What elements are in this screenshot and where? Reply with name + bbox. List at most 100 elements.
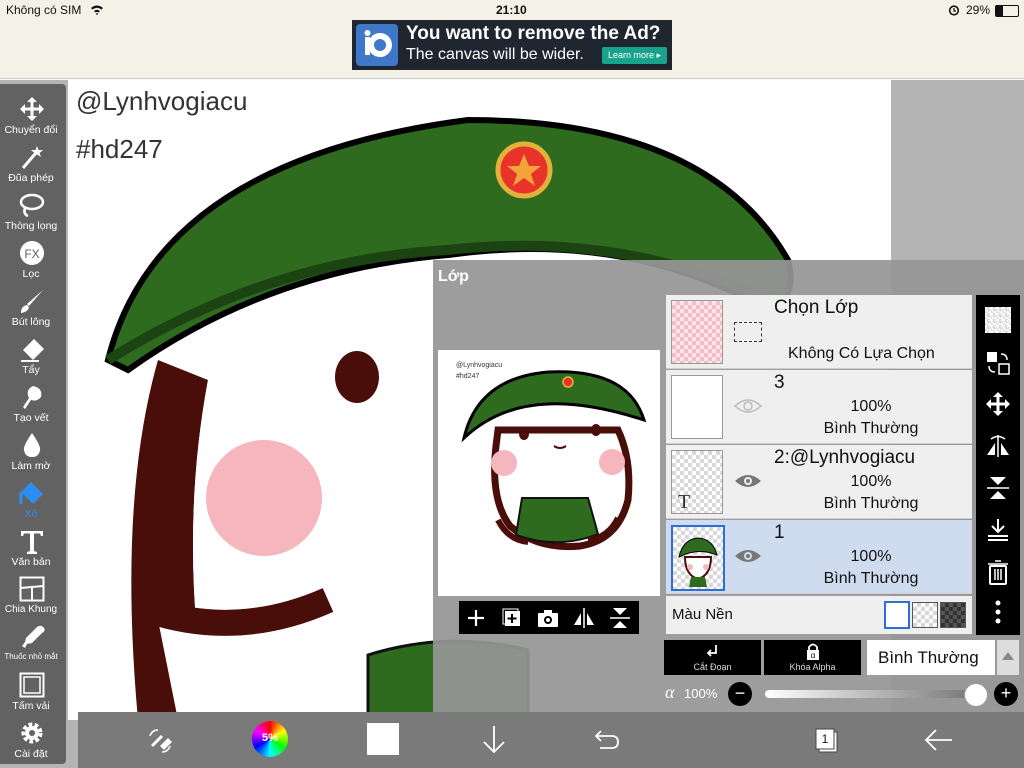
tool-filter[interactable]: FX Lọc — [0, 234, 62, 282]
layer-panel-title: Lớp — [438, 268, 469, 285]
clipping-button[interactable]: Cắt Đoạn — [664, 640, 761, 675]
canvas-watermark-tag: #hd247 — [76, 134, 163, 164]
tool-label: Chuyển đổi — [4, 124, 58, 136]
layer-count: 1 — [821, 732, 829, 746]
preview-toolbar — [459, 601, 639, 634]
layer-preview: @Lynhvogiacu #hd247 — [438, 350, 660, 596]
bg-dark-option[interactable] — [940, 602, 966, 628]
camera-icon[interactable] — [535, 605, 561, 631]
settings-icon — [21, 722, 43, 744]
selection-layer-row[interactable]: Chọn Lớp Không Có Lựa Chọn — [666, 295, 972, 369]
alpha-symbol: α — [665, 682, 675, 702]
visibility-eye-icon[interactable] — [734, 397, 762, 415]
preview-watermark-name: @Lynhvogiacu — [456, 362, 503, 369]
opacity-slider[interactable] — [765, 690, 975, 698]
new-transparent-layer-icon[interactable] — [985, 307, 1011, 333]
layer-actions-bar — [976, 295, 1020, 635]
tool-transform[interactable]: Chuyển đổi — [0, 90, 62, 138]
bg-transparent-option[interactable] — [912, 602, 938, 628]
current-color-button[interactable] — [364, 720, 404, 760]
ad-banner[interactable]: You want to remove the Ad? The canvas wi… — [352, 20, 672, 70]
tool-eyedropper[interactable]: Thuốc nhỏ mắt — [0, 618, 62, 666]
lasso-icon — [19, 193, 45, 218]
layer-opacity: 100% — [850, 398, 892, 415]
layer-swap-icon[interactable] — [985, 350, 1011, 376]
selection-marquee-icon — [734, 322, 762, 342]
brush-size-label: 5% — [262, 732, 278, 744]
add-layer-icon[interactable] — [463, 605, 489, 631]
blend-mode-dropdown-toggle[interactable] — [997, 640, 1019, 675]
layer-name: 1 — [774, 522, 785, 543]
layer-blend-mode: Bình Thường — [823, 420, 919, 437]
tool-frame-divider[interactable]: Chia Khung — [0, 570, 62, 618]
duplicate-layer-icon[interactable] — [499, 605, 525, 631]
tool-blur[interactable]: Làm mờ — [0, 426, 62, 474]
tool-text[interactable]: Văn bản — [0, 522, 62, 570]
opacity-row: α 100% − + — [664, 680, 1024, 708]
trash-icon[interactable] — [985, 559, 1011, 585]
layers-button[interactable]: 1 — [806, 720, 846, 760]
opacity-slider-knob[interactable] — [964, 683, 988, 707]
move-icon — [20, 97, 44, 121]
wifi-icon — [91, 5, 103, 15]
tool-settings[interactable]: Cài đặt — [0, 714, 62, 762]
alpha-lock-button[interactable]: α Khóa Alpha — [764, 640, 861, 675]
lock-icon: α — [807, 643, 819, 660]
flip-layer-vertical-icon[interactable] — [985, 475, 1011, 501]
flip-vertical-icon[interactable] — [607, 605, 633, 631]
tool-label: Tẩy — [22, 364, 40, 376]
battery-icon — [995, 5, 1019, 17]
tool-label: Cài đặt — [14, 748, 48, 760]
layer-row[interactable]: T 2:@Lynhvogiacu 100% Bình Thường — [666, 445, 972, 519]
fx-icon: FX — [20, 241, 44, 265]
flip-layer-horizontal-icon[interactable] — [985, 433, 1011, 459]
swap-tool-button[interactable] — [140, 720, 180, 760]
tool-brush[interactable]: Bút lông — [0, 282, 62, 330]
visibility-eye-icon[interactable] — [734, 547, 762, 565]
layer-row-selected[interactable]: 1 100% Bình Thường — [666, 520, 972, 594]
bg-white-option[interactable] — [884, 601, 910, 629]
tool-sidebar: Chuyển đổi Đũa phép Thòng lọng FX Lọc Bú… — [0, 84, 66, 764]
selection-thumbnail — [671, 300, 723, 364]
tool-canvas[interactable]: Tấm vải — [0, 666, 62, 714]
tool-magic-wand[interactable]: Đũa phép — [0, 138, 62, 186]
eyedropper-icon — [22, 625, 45, 648]
flip-horizontal-icon[interactable] — [571, 605, 597, 631]
layer-blend-mode: Bình Thường — [823, 495, 919, 512]
ad-learn-more-button[interactable]: Learn more ▸ — [602, 47, 667, 64]
ad-subtitle: The canvas will be wider. — [406, 46, 584, 63]
blend-mode-select[interactable]: Bình Thường — [867, 640, 995, 675]
opacity-decrease-button[interactable]: − — [728, 682, 752, 706]
tool-bucket[interactable]: Xô — [0, 474, 62, 522]
back-button[interactable] — [918, 720, 958, 760]
layer-opacity: 100% — [850, 473, 892, 490]
clock: 21:10 — [496, 3, 527, 17]
clip-arrow-icon — [706, 645, 717, 657]
tool-smudge[interactable]: Tạo vết — [0, 378, 62, 426]
brush-eraser-swap-icon — [149, 729, 172, 753]
layer-thumbnail: T — [671, 450, 723, 514]
color-wheel-button[interactable]: 5% — [250, 720, 290, 760]
preview-watermark-tag: #hd247 — [456, 373, 480, 380]
undo-button[interactable] — [584, 720, 624, 760]
move-layer-icon[interactable] — [985, 391, 1011, 417]
alpha-value: 100% — [684, 686, 718, 701]
selection-status: Không Có Lựa Chọn — [788, 345, 935, 362]
eraser-icon — [21, 339, 44, 362]
merge-down-icon[interactable] — [985, 517, 1011, 543]
tool-lasso[interactable]: Thòng lọng — [0, 186, 62, 234]
visibility-eye-icon[interactable] — [734, 472, 762, 490]
status-bar: Không có SIM 21:10 29% — [0, 0, 1024, 20]
undo-icon — [594, 730, 619, 749]
clipping-label: Cắt Đoạn — [693, 662, 732, 672]
layer-opacity: 100% — [850, 548, 892, 565]
more-options-icon[interactable] — [985, 599, 1011, 625]
layer-blend-mode: Bình Thường — [823, 570, 919, 587]
svg-text:FX: FX — [24, 247, 39, 261]
alpha-lock-label: Khóa Alpha — [789, 662, 836, 672]
opacity-increase-button[interactable]: + — [994, 682, 1018, 706]
layer-row[interactable]: 3 100% Bình Thường — [666, 370, 972, 444]
tool-eraser[interactable]: Tẩy — [0, 330, 62, 378]
import-button[interactable] — [474, 720, 514, 760]
tool-label: Đũa phép — [8, 172, 54, 184]
